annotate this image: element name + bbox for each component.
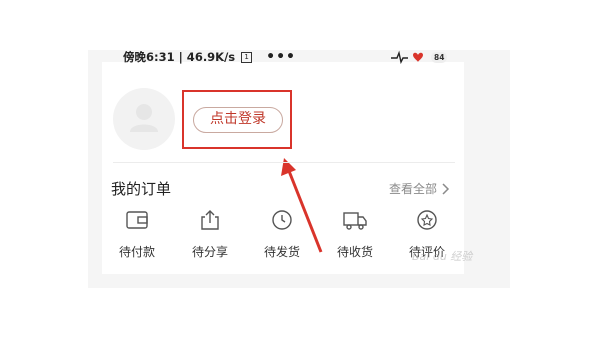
order-item-pending-shipment[interactable]: 待发货 [247, 207, 317, 260]
chevron-right-icon [442, 182, 450, 195]
view-all-link[interactable]: 查看全部 [389, 180, 450, 197]
annotation-arrow [281, 158, 323, 253]
clock-icon [272, 210, 292, 230]
order-label: 待收货 [336, 245, 373, 259]
divider [113, 162, 455, 163]
order-item-pending-share[interactable]: 待分享 [175, 207, 245, 260]
orders-title: 我的订单 [111, 180, 172, 198]
order-item-pending-payment[interactable]: 待付款 [102, 207, 172, 260]
review-icon [417, 210, 437, 230]
view-all-label: 查看全部 [389, 182, 438, 196]
wallet-icon [126, 211, 148, 229]
watermark: Bai du 经验 [412, 250, 473, 263]
share-icon [201, 210, 219, 230]
truck-icon [343, 212, 367, 230]
order-label: 待发货 [263, 245, 300, 259]
order-label: 待付款 [118, 245, 155, 259]
order-label: 待分享 [191, 245, 228, 259]
order-item-pending-receipt[interactable]: 待收货 [320, 207, 390, 260]
